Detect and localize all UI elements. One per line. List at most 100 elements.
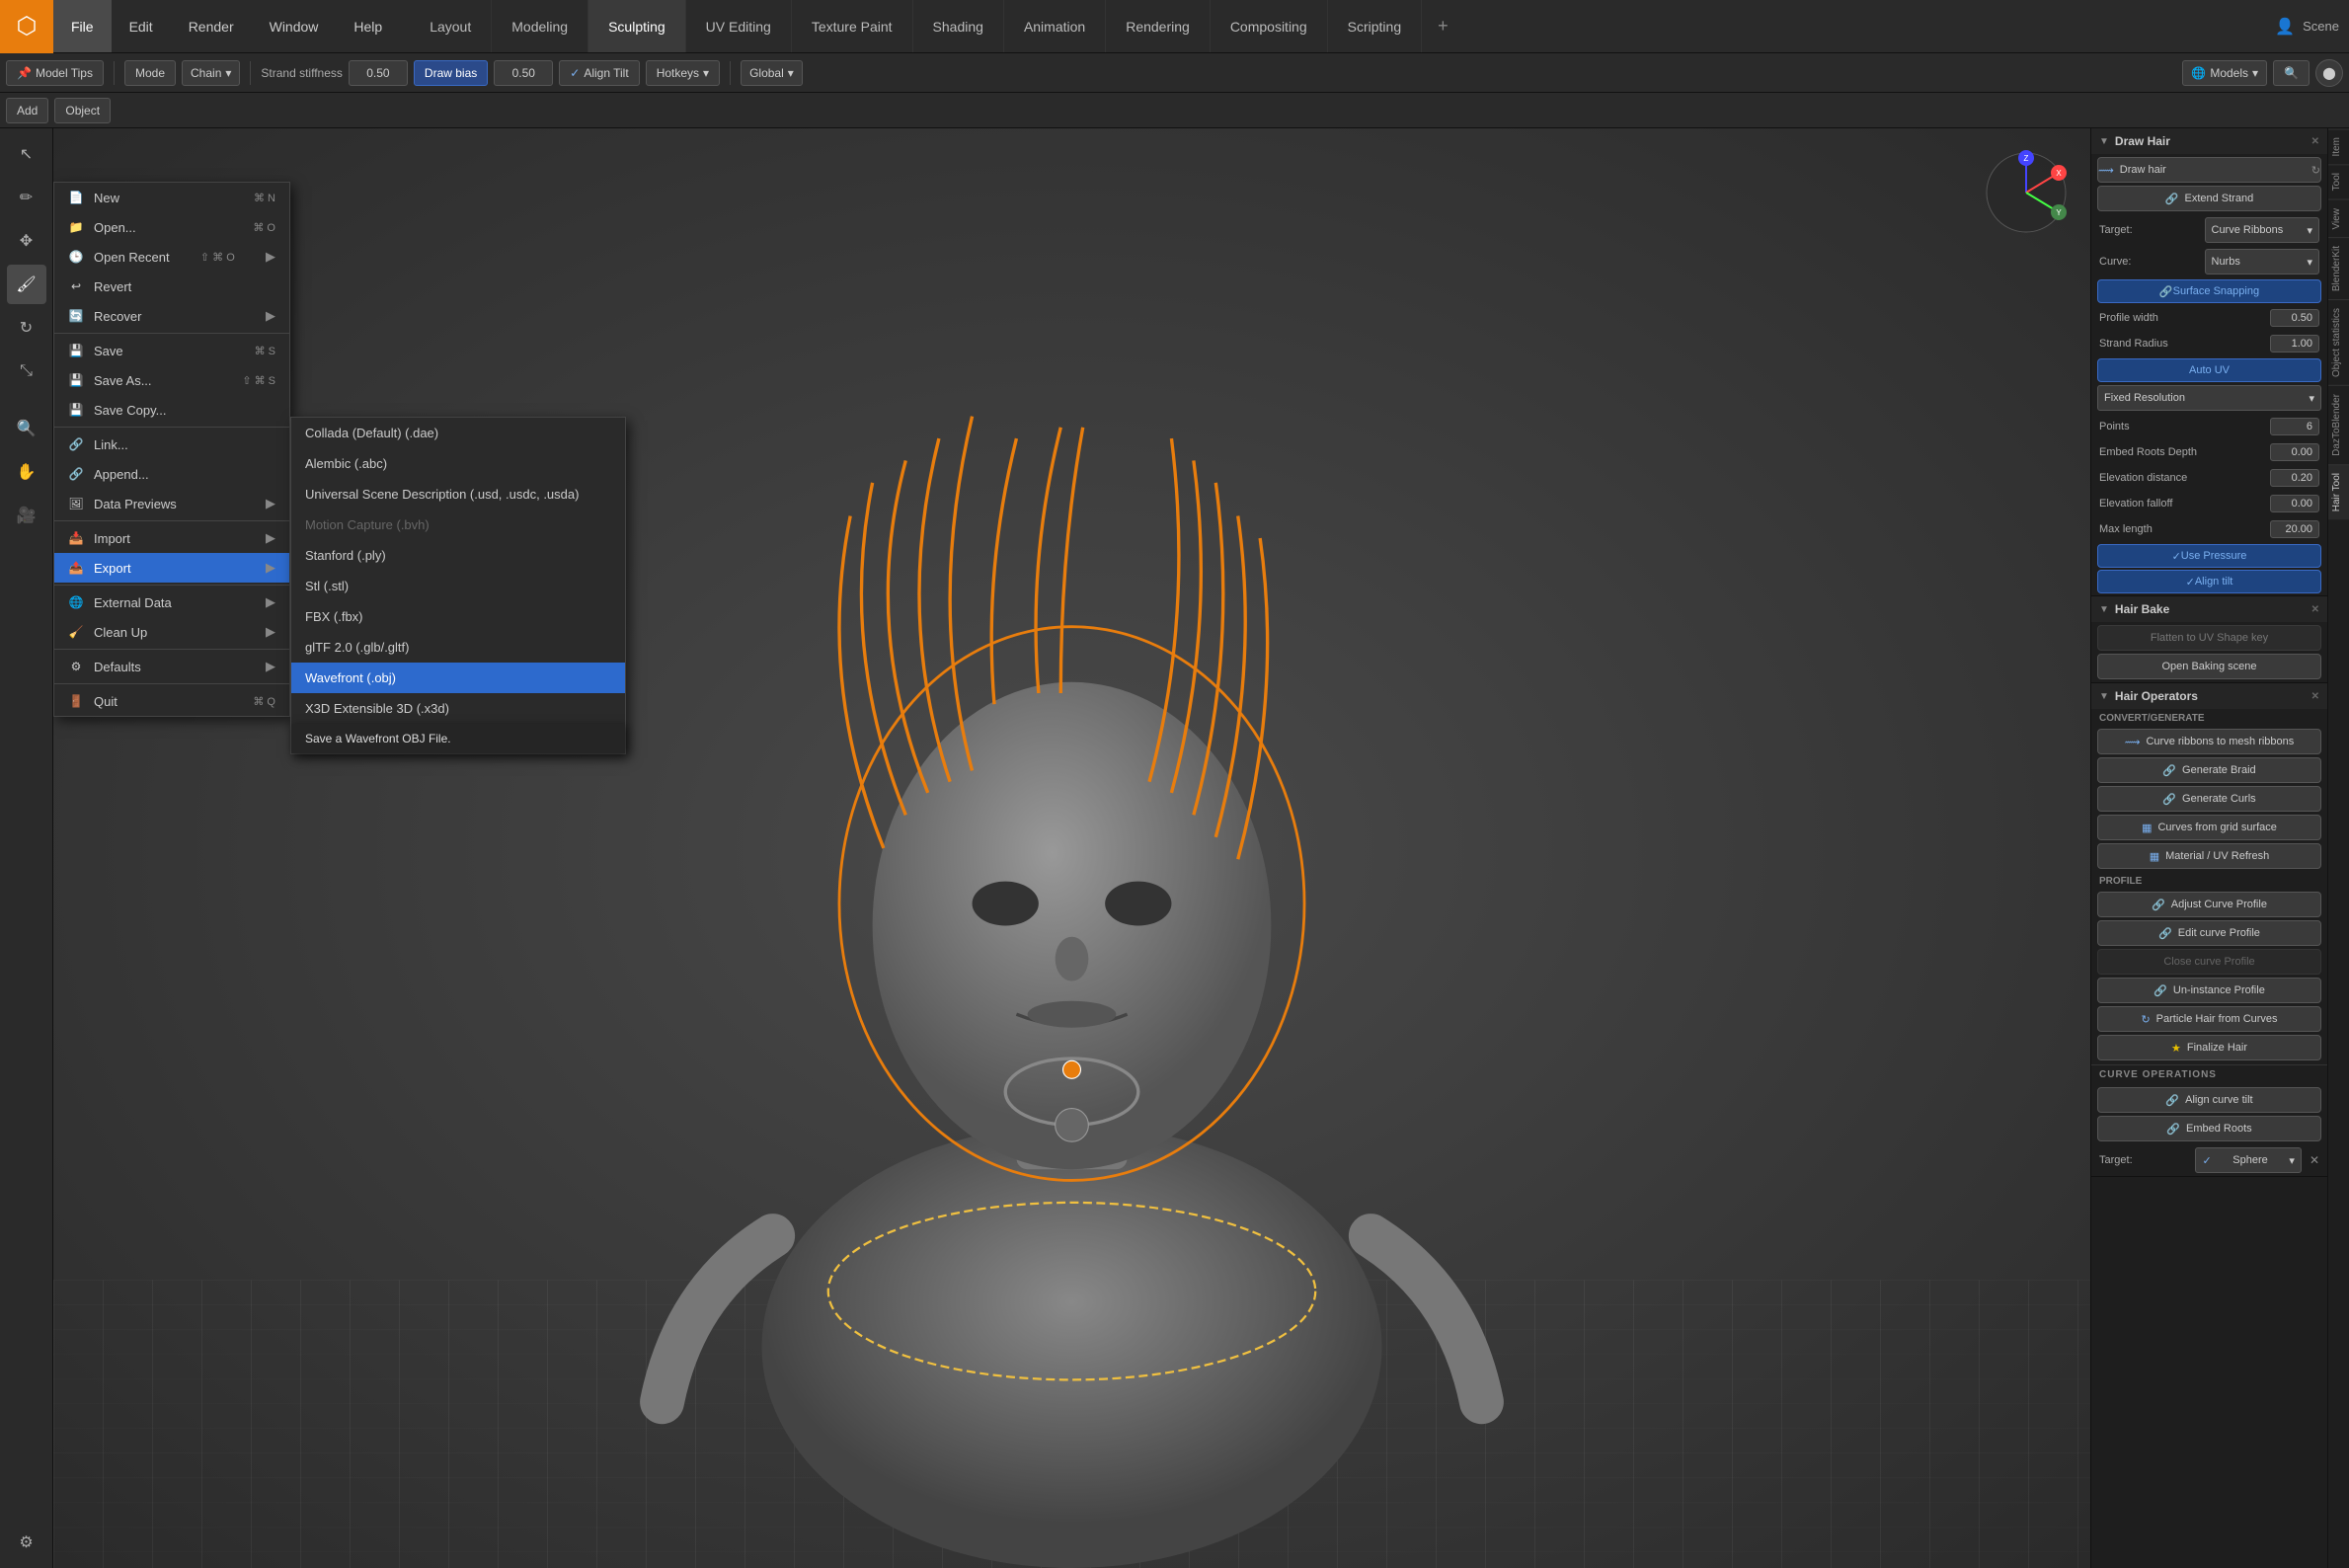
auto-uv-button[interactable]: Auto UV bbox=[2097, 358, 2321, 382]
filter-circle[interactable]: ⬤ bbox=[2315, 59, 2343, 87]
menu-recover[interactable]: 🔄 Recover ▶ bbox=[54, 301, 289, 331]
menu-quit[interactable]: 🚪 Quit ⌘ Q bbox=[54, 686, 289, 716]
surface-snapping-button[interactable]: 🔗 Surface Snapping bbox=[2097, 279, 2321, 303]
add-workspace-tab[interactable]: + bbox=[1422, 0, 1464, 52]
export-wavefront[interactable]: Wavefront (.obj) bbox=[291, 663, 625, 693]
tool-pan[interactable]: ✋ bbox=[7, 452, 46, 492]
menu-new[interactable]: 📄 New ⌘ N bbox=[54, 183, 289, 212]
draw-bias-value[interactable]: 0.50 bbox=[494, 60, 553, 86]
help-menu-item[interactable]: Help bbox=[336, 0, 400, 52]
viewport[interactable]: Z X Y 📄 New ⌘ N bbox=[53, 128, 2090, 1568]
embed-roots-button[interactable]: 🔗 Embed Roots bbox=[2097, 1116, 2321, 1141]
menu-import[interactable]: 📥 Import ▶ bbox=[54, 523, 289, 553]
tool-scale[interactable]: ⤡ bbox=[7, 352, 46, 391]
tab-sculpting[interactable]: Sculpting bbox=[588, 0, 686, 52]
close-target-icon[interactable]: ✕ bbox=[2310, 1153, 2319, 1167]
tab-texture-paint[interactable]: Texture Paint bbox=[792, 0, 913, 52]
tab-rendering[interactable]: Rendering bbox=[1106, 0, 1211, 52]
model-tips-button[interactable]: 📌 Model Tips bbox=[6, 60, 104, 86]
tool-select[interactable]: ↖ bbox=[7, 134, 46, 174]
window-menu-item[interactable]: Window bbox=[252, 0, 337, 52]
hair-operators-header[interactable]: ▼ Hair Operators ✕ bbox=[2091, 683, 2327, 709]
export-gltf[interactable]: glTF 2.0 (.glb/.gltf) bbox=[291, 632, 625, 663]
menu-export[interactable]: 📤 Export ▶ bbox=[54, 553, 289, 583]
fixed-resolution-select[interactable]: Fixed Resolution ▾ bbox=[2097, 385, 2321, 411]
tool-zoom[interactable]: 🔍 bbox=[7, 409, 46, 448]
tab-animation[interactable]: Animation bbox=[1004, 0, 1106, 52]
tab-shading[interactable]: Shading bbox=[913, 0, 1004, 52]
menu-open-recent[interactable]: 🕒 Open Recent ⇧ ⌘ O ▶ bbox=[54, 242, 289, 272]
tab-blenderkit[interactable]: BlenderKit bbox=[2328, 237, 2349, 299]
hotkeys-button[interactable]: Hotkeys ▾ bbox=[646, 60, 720, 86]
ops-section-close[interactable]: ✕ bbox=[2311, 691, 2319, 702]
draw-bias-button[interactable]: Draw bias bbox=[414, 60, 488, 86]
tool-move[interactable]: ✥ bbox=[7, 221, 46, 261]
menu-data-previews[interactable]: 🖼 Data Previews ▶ bbox=[54, 489, 289, 518]
menu-revert[interactable]: ↩ Revert bbox=[54, 272, 289, 301]
target-select-2[interactable]: ✓ Sphere ▾ bbox=[2195, 1147, 2301, 1173]
tool-settings[interactable]: ⚙ bbox=[7, 1523, 46, 1562]
menu-external-data[interactable]: 🌐 External Data ▶ bbox=[54, 588, 289, 617]
models-select[interactable]: 🌐 Models ▾ bbox=[2182, 60, 2267, 86]
tab-hair-tool[interactable]: Hair Tool bbox=[2328, 464, 2349, 519]
finalize-hair-button[interactable]: ★ Finalize Hair bbox=[2097, 1035, 2321, 1060]
edit-menu-item[interactable]: Edit bbox=[112, 0, 171, 52]
global-select[interactable]: Global ▾ bbox=[741, 60, 803, 86]
menu-open[interactable]: 📁 Open... ⌘ O bbox=[54, 212, 289, 242]
tab-tool[interactable]: Tool bbox=[2328, 164, 2349, 198]
open-baking-button[interactable]: Open Baking scene bbox=[2097, 654, 2321, 679]
menu-save-copy[interactable]: 💾 Save Copy... bbox=[54, 395, 289, 425]
menu-link[interactable]: 🔗 Link... bbox=[54, 430, 289, 459]
adjust-curve-button[interactable]: 🔗 Adjust Curve Profile bbox=[2097, 892, 2321, 917]
export-usd[interactable]: Universal Scene Description (.usd, .usdc… bbox=[291, 479, 625, 510]
generate-braid-button[interactable]: 🔗 Generate Braid bbox=[2097, 757, 2321, 783]
tool-brush[interactable]: 🖌 bbox=[7, 265, 46, 304]
generate-curls-button[interactable]: 🔗 Generate Curls bbox=[2097, 786, 2321, 812]
menu-save-as[interactable]: 💾 Save As... ⇧ ⌘ S bbox=[54, 365, 289, 395]
tab-scripting[interactable]: Scripting bbox=[1328, 0, 1422, 52]
curve-ribbons-button[interactable]: ⟿ Curve ribbons to mesh ribbons bbox=[2097, 729, 2321, 754]
curves-from-grid-button[interactable]: ▦ Curves from grid surface bbox=[2097, 815, 2321, 840]
tab-view[interactable]: View bbox=[2328, 199, 2349, 238]
bake-section-close[interactable]: ✕ bbox=[2311, 604, 2319, 615]
tool-camera[interactable]: 🎥 bbox=[7, 496, 46, 535]
export-x3d[interactable]: X3D Extensible 3D (.x3d) bbox=[291, 693, 625, 724]
draw-hair-header[interactable]: ▼ Draw Hair ✕ bbox=[2091, 128, 2327, 154]
tool-rotate[interactable]: ↻ bbox=[7, 308, 46, 348]
export-ply[interactable]: Stanford (.ply) bbox=[291, 540, 625, 571]
material-uv-button[interactable]: ▦ Material / UV Refresh bbox=[2097, 843, 2321, 869]
align-curve-tilt-button[interactable]: 🔗 Align curve tilt bbox=[2097, 1087, 2321, 1113]
tab-compositing[interactable]: Compositing bbox=[1211, 0, 1328, 52]
un-instance-button[interactable]: 🔗 Un-instance Profile bbox=[2097, 978, 2321, 1003]
menu-defaults[interactable]: ⚙ Defaults ▶ bbox=[54, 652, 289, 681]
file-menu-item[interactable]: File bbox=[53, 0, 112, 52]
tab-item[interactable]: Item bbox=[2328, 128, 2349, 164]
target-select[interactable]: Curve Ribbons ▾ bbox=[2205, 217, 2320, 243]
hair-bake-header[interactable]: ▼ Hair Bake ✕ bbox=[2091, 596, 2327, 622]
particle-hair-button[interactable]: ↻ Particle Hair from Curves bbox=[2097, 1006, 2321, 1032]
export-collada[interactable]: Collada (Default) (.dae) bbox=[291, 418, 625, 448]
align-tilt-button[interactable]: ✓ Align Tilt bbox=[559, 60, 639, 86]
tool-draw[interactable]: ✏ bbox=[7, 178, 46, 217]
render-menu-item[interactable]: Render bbox=[171, 0, 252, 52]
tab-daz-to-blender[interactable]: DazToBlender bbox=[2328, 385, 2349, 464]
export-fbx[interactable]: FBX (.fbx) bbox=[291, 601, 625, 632]
search-button[interactable]: 🔍 bbox=[2273, 60, 2310, 86]
use-pressure-button[interactable]: ✓ Use Pressure bbox=[2097, 544, 2321, 568]
edit-curve-button[interactable]: 🔗 Edit curve Profile bbox=[2097, 920, 2321, 946]
menu-clean-up[interactable]: 🧹 Clean Up ▶ bbox=[54, 617, 289, 647]
draw-hair-button[interactable]: ⟿ Draw hair ↻ bbox=[2097, 157, 2321, 183]
menu-append[interactable]: 🔗 Append... bbox=[54, 459, 289, 489]
tab-object-statistics[interactable]: Object statistics bbox=[2328, 299, 2349, 385]
navigation-gizmo[interactable]: Z X Y bbox=[1982, 148, 2071, 237]
export-alembic[interactable]: Alembic (.abc) bbox=[291, 448, 625, 479]
mode-select[interactable]: Chain ▾ bbox=[182, 60, 240, 86]
add-button[interactable]: Add bbox=[6, 98, 48, 123]
object-button[interactable]: Object bbox=[54, 98, 111, 123]
menu-save[interactable]: 💾 Save ⌘ S bbox=[54, 336, 289, 365]
strand-stiffness-value[interactable]: 0.50 bbox=[349, 60, 408, 86]
tab-modeling[interactable]: Modeling bbox=[492, 0, 588, 52]
curve-select[interactable]: Nurbs ▾ bbox=[2205, 249, 2320, 274]
tab-uv-editing[interactable]: UV Editing bbox=[686, 0, 792, 52]
section-close[interactable]: ✕ bbox=[2311, 136, 2319, 147]
